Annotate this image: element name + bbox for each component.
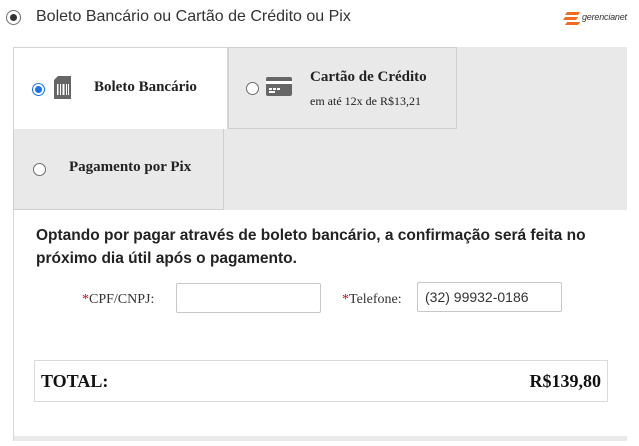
boleto-content: Optando por pagar através de boleto banc… xyxy=(14,210,627,436)
cpf-input[interactable] xyxy=(176,283,321,313)
tab-cartao[interactable]: Cartão de Crédito em até 12x de R$13,21 xyxy=(228,47,457,129)
total-box: TOTAL: R$139,80 xyxy=(34,360,608,402)
cartao-radio[interactable] xyxy=(246,82,259,95)
pix-radio[interactable] xyxy=(33,163,46,176)
tab-pix[interactable]: Pagamento por Pix xyxy=(13,129,224,210)
gerencianet-logo-mark xyxy=(563,12,580,25)
telefone-required-mark: * xyxy=(342,292,349,307)
boleto-info-text: Optando por pagar através de boleto banc… xyxy=(36,227,586,267)
tab-cartao-label: Cartão de Crédito xyxy=(310,69,427,85)
tab-pix-label: Pagamento por Pix xyxy=(69,159,192,175)
cpf-label-text: CPF/CNPJ: xyxy=(89,292,155,307)
total-label: TOTAL: xyxy=(41,371,109,391)
boleto-radio[interactable] xyxy=(32,83,45,96)
tab-cartao-installments: em até 12x de R$13,21 xyxy=(310,94,421,108)
tab-boleto[interactable]: Boleto Bancário xyxy=(13,47,228,129)
cpf-required-mark: * xyxy=(82,292,89,307)
telefone-label: *Telefone: xyxy=(342,292,402,308)
telefone-label-text: Telefone: xyxy=(349,292,402,307)
tab-boleto-label: Boleto Bancário xyxy=(94,79,197,95)
credit-card-icon xyxy=(266,77,292,96)
payment-method-radio[interactable] xyxy=(6,10,21,25)
gerencianet-logo: gerencianet xyxy=(563,9,635,29)
gerencianet-logo-text: gerencianet xyxy=(582,12,627,22)
payment-method-title: Boleto Bancário ou Cartão de Crédito ou … xyxy=(36,8,351,25)
cpf-label: *CPF/CNPJ: xyxy=(82,292,154,308)
total-value: R$139,80 xyxy=(529,371,602,391)
payment-method-header: Boleto Bancário ou Cartão de Crédito ou … xyxy=(0,0,639,36)
telefone-input[interactable] xyxy=(417,282,562,312)
barcode-icon xyxy=(54,76,71,99)
